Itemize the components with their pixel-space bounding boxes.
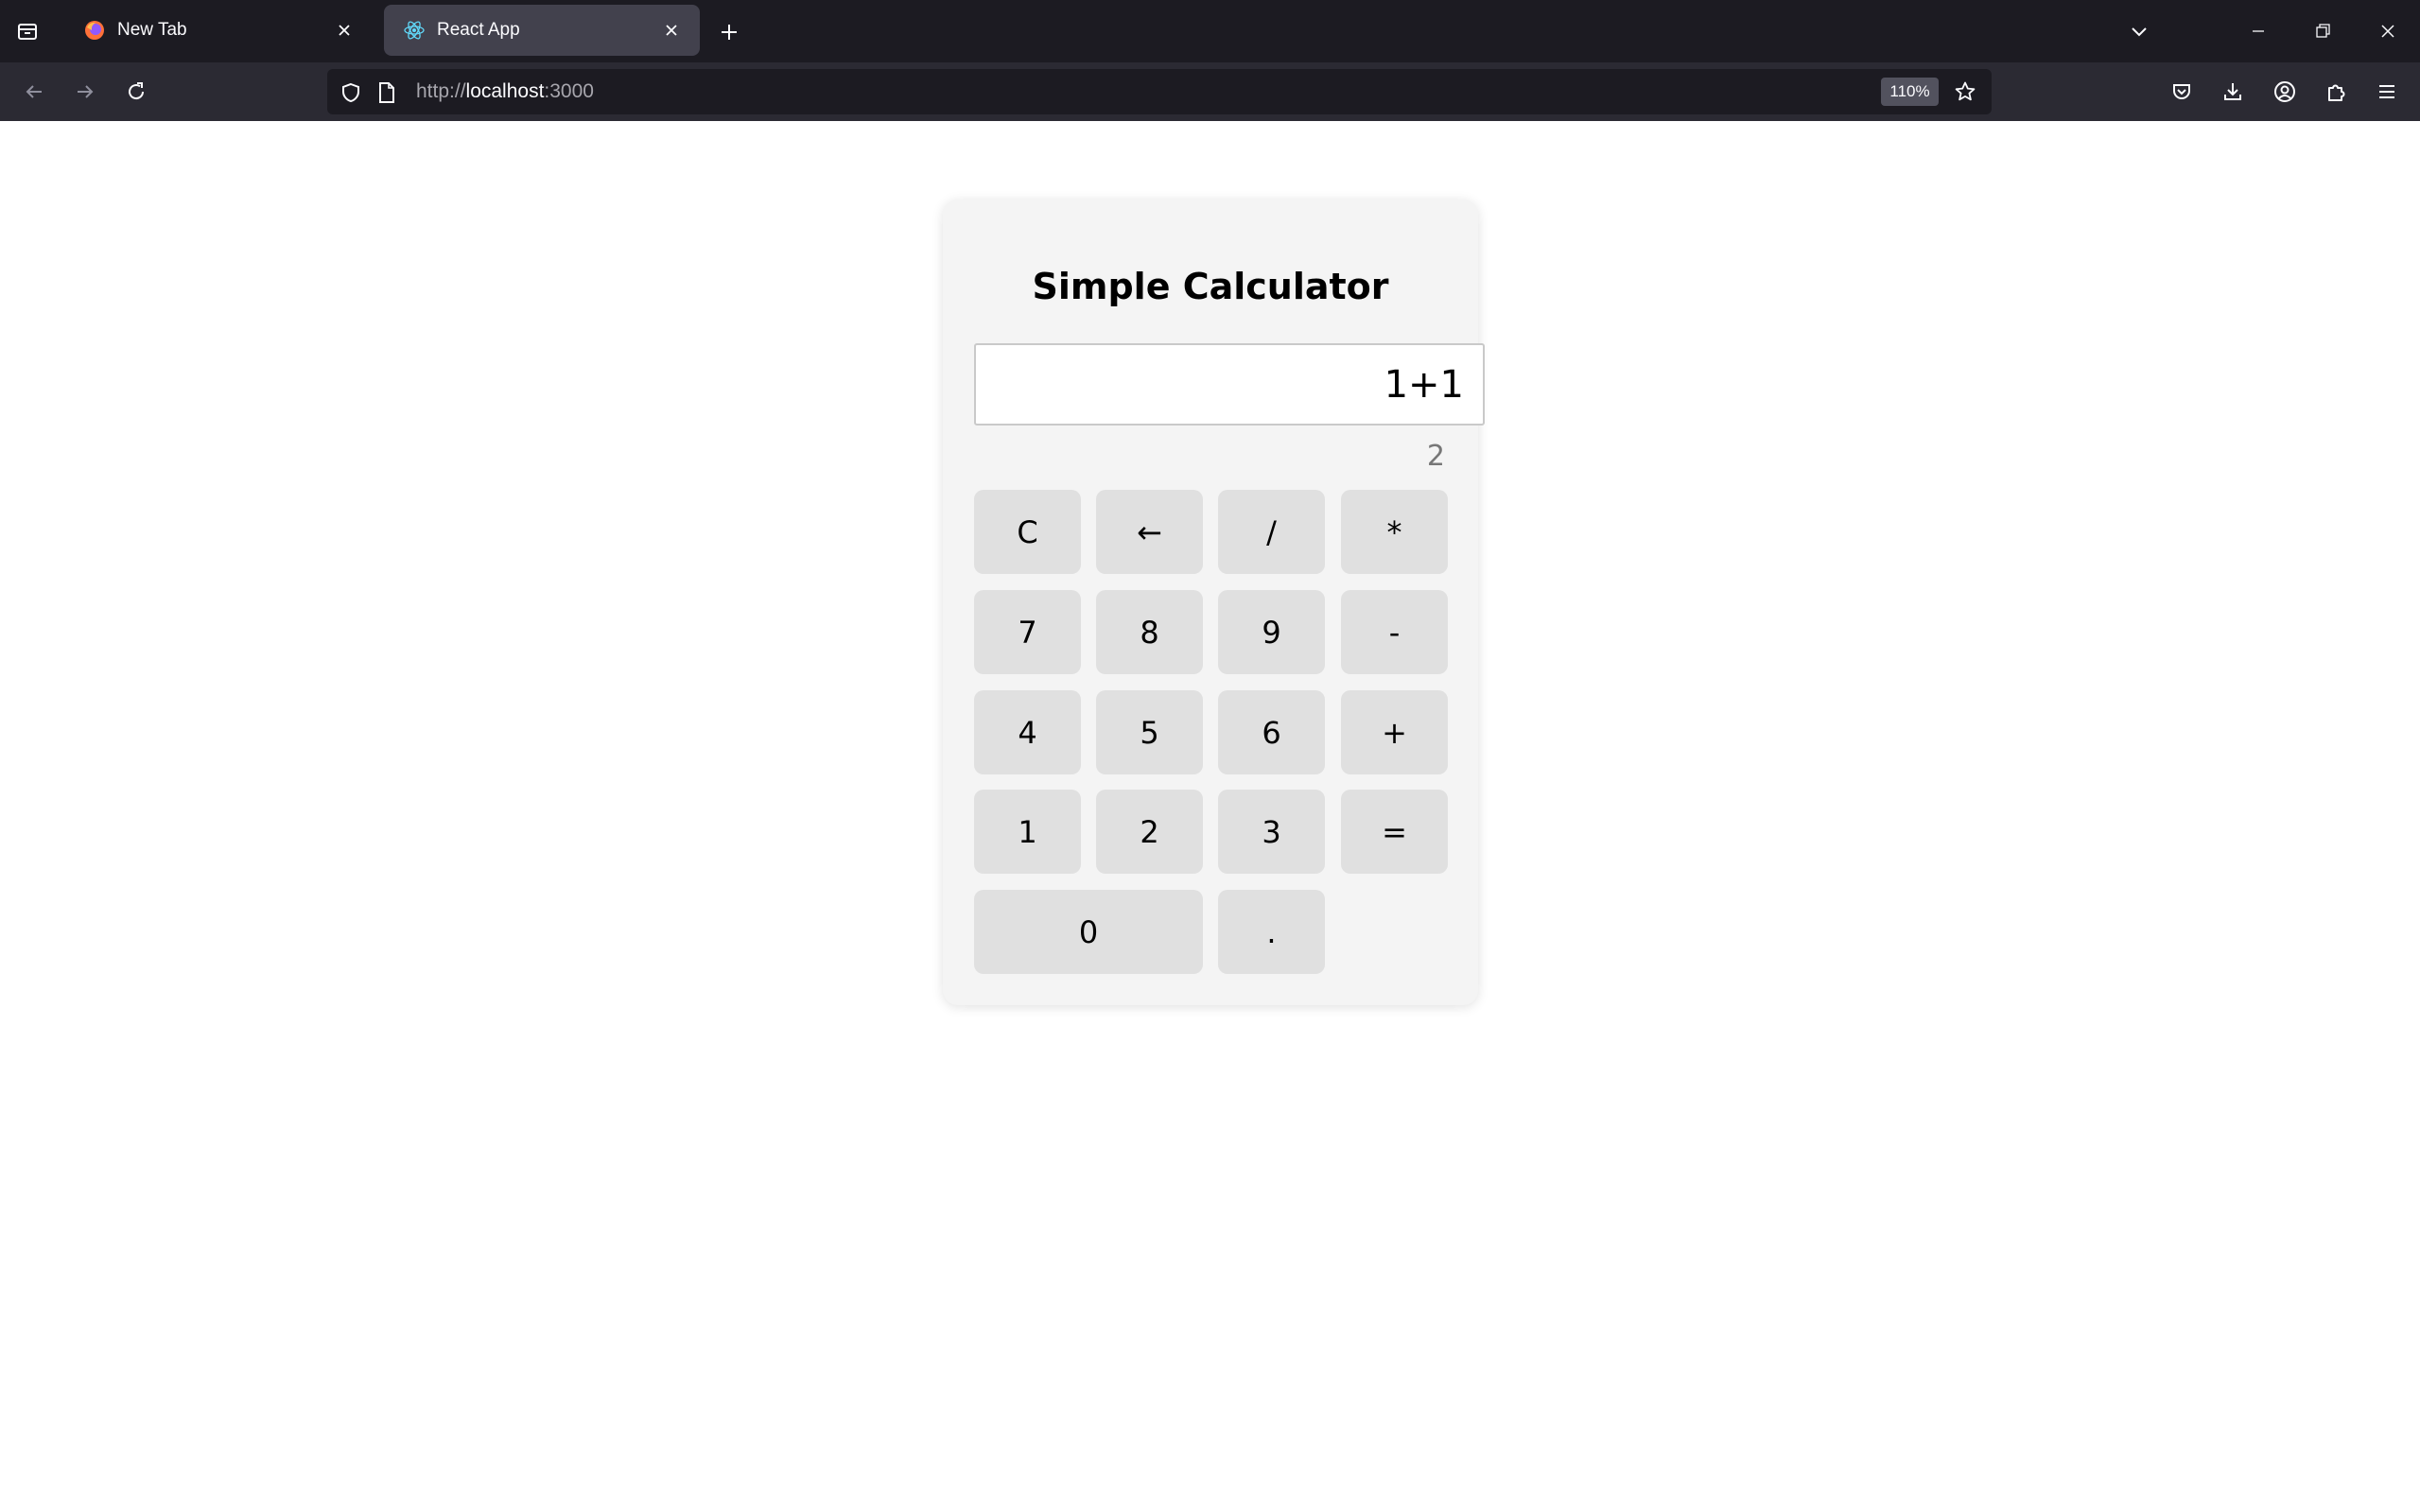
pocket-icon [2173, 84, 2190, 99]
calculator-card: Simple Calculator 2 C ← / * 7 8 9 - 4 5 … [943, 200, 1485, 1005]
digit-0-button[interactable]: 0 [974, 890, 1203, 974]
tracking-protection-button[interactable] [339, 80, 363, 105]
reload-icon [129, 82, 145, 100]
digit-4-button[interactable]: 4 [974, 690, 1081, 774]
arrow-left-icon [26, 85, 42, 98]
restore-window-button[interactable] [2302, 11, 2343, 51]
forward-button[interactable] [64, 71, 106, 113]
digit-8-button[interactable]: 8 [1096, 590, 1203, 674]
firefox-icon [85, 21, 104, 40]
close-icon [339, 25, 350, 36]
tab-label: New Tab [117, 20, 187, 40]
pocket-button[interactable] [2161, 71, 2202, 113]
url-scheme: http:// [416, 80, 466, 102]
firefox-view-button[interactable] [9, 14, 45, 48]
download-icon [2224, 83, 2241, 100]
expression-input[interactable] [974, 343, 1485, 426]
firefox-view-icon [18, 24, 37, 40]
extensions-button[interactable] [2315, 71, 2357, 113]
arrow-right-icon [78, 85, 94, 98]
back-button[interactable] [13, 71, 55, 113]
tab-close-button[interactable] [331, 17, 357, 43]
minimize-window-button[interactable] [2237, 11, 2279, 51]
plus-button[interactable]: + [1341, 690, 1448, 774]
site-info-button[interactable] [374, 80, 399, 105]
react-icon [404, 21, 425, 40]
minimize-icon [2253, 30, 2264, 32]
digit-9-button[interactable]: 9 [1218, 590, 1325, 674]
tab-close-button[interactable] [658, 17, 685, 43]
close-icon [2381, 25, 2394, 38]
chevron-down-icon [2132, 27, 2147, 37]
hamburger-menu-icon [2379, 85, 2394, 98]
digit-6-button[interactable]: 6 [1218, 690, 1325, 774]
digit-2-button[interactable]: 2 [1096, 790, 1203, 874]
url-text[interactable]: http://localhost:3000 [416, 80, 594, 103]
page-icon [379, 82, 394, 103]
backspace-button[interactable]: ← [1096, 490, 1203, 574]
list-all-tabs-button[interactable] [2118, 11, 2160, 51]
equals-button[interactable]: = [1341, 790, 1448, 874]
app-menu-button[interactable] [2366, 71, 2408, 113]
digit-7-button[interactable]: 7 [974, 590, 1081, 674]
result-preview: 2 [1426, 440, 1445, 473]
account-button[interactable] [2264, 71, 2306, 113]
divide-button[interactable]: / [1218, 490, 1325, 574]
digit-3-button[interactable]: 3 [1218, 790, 1325, 874]
shield-icon [342, 82, 359, 103]
clear-button[interactable]: C [974, 490, 1081, 574]
plus-icon [722, 25, 737, 40]
close-window-button[interactable] [2367, 11, 2409, 51]
close-icon [666, 25, 677, 36]
calculator-title: Simple Calculator [1032, 266, 1389, 307]
url-host: localhost [465, 80, 545, 102]
decimal-button[interactable]: . [1218, 890, 1325, 974]
browser-navigation-bar: http://localhost:3000 110% [0, 62, 2420, 121]
minus-button[interactable]: - [1341, 590, 1448, 674]
tab-new-tab[interactable]: New Tab [64, 5, 373, 56]
digit-5-button[interactable]: 5 [1096, 690, 1203, 774]
address-bar[interactable]: http://localhost:3000 110% [327, 69, 1992, 114]
restore-icon [2316, 24, 2330, 38]
new-tab-button[interactable] [711, 14, 747, 50]
tab-react-app[interactable]: React App [384, 5, 700, 56]
tab-label: React App [437, 20, 520, 40]
zoom-reset-button[interactable]: 110% [1881, 78, 1939, 106]
url-port: :3000 [544, 80, 594, 102]
bookmark-button[interactable] [1950, 77, 1980, 107]
digit-1-button[interactable]: 1 [974, 790, 1081, 874]
star-icon [1955, 81, 1976, 101]
browser-tab-bar: New Tab React App [0, 0, 2420, 62]
multiply-button[interactable]: * [1341, 490, 1448, 574]
puzzle-icon [2328, 84, 2345, 101]
reload-button[interactable] [115, 71, 157, 113]
account-icon [2274, 81, 2295, 102]
downloads-button[interactable] [2212, 71, 2254, 113]
